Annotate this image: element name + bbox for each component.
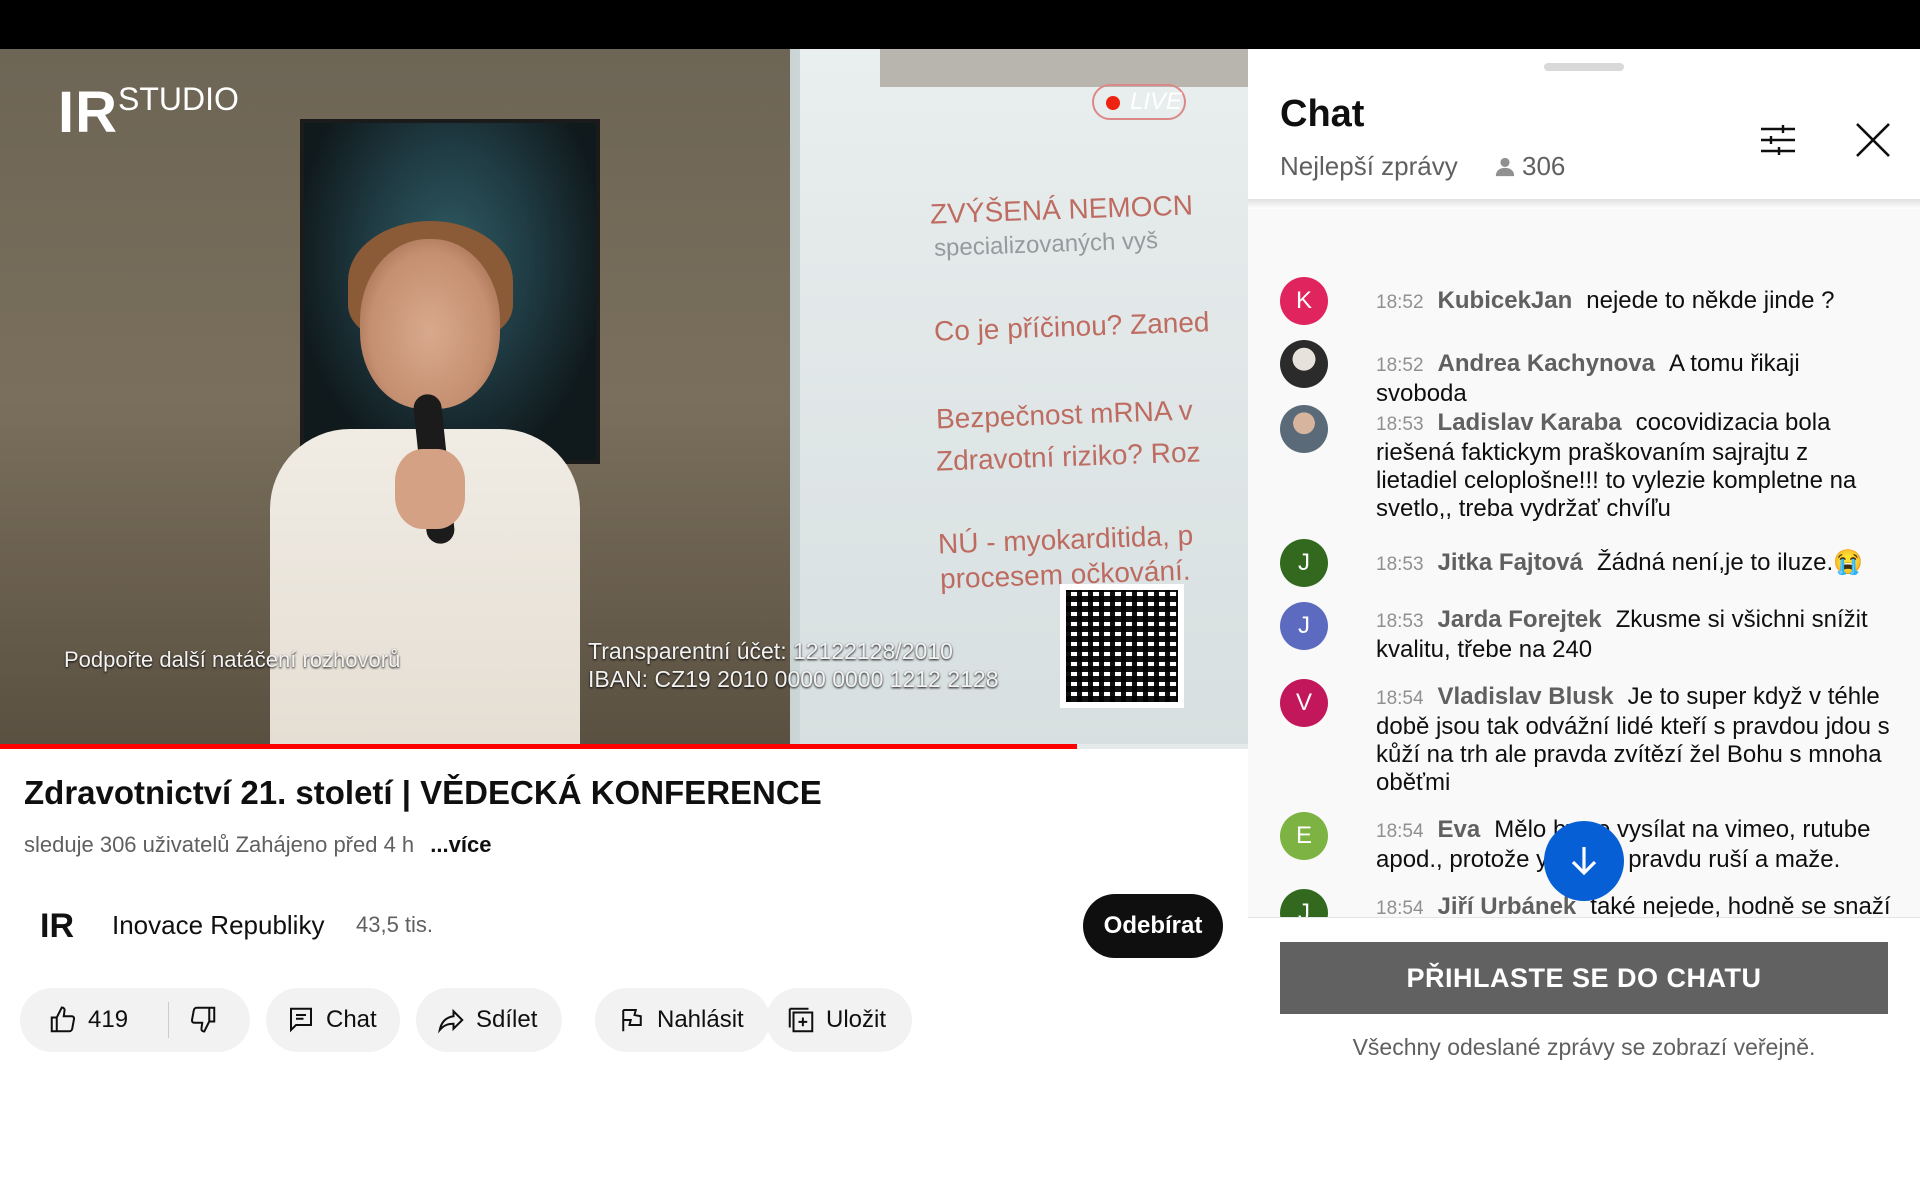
message-author[interactable]: KubicekJan bbox=[1438, 287, 1573, 314]
chat-icon bbox=[286, 1005, 316, 1035]
bank-caption: Transparentní účet: 12122128/2010 IBAN: … bbox=[588, 637, 999, 693]
report-button[interactable]: Nahlásit bbox=[595, 988, 770, 1052]
author-avatar[interactable]: K bbox=[1280, 277, 1328, 325]
message-text: nejede to někde jinde ? bbox=[1586, 287, 1835, 314]
message-body: 18:54 Vladislav Blusk Je to super když v t… bbox=[1376, 683, 1896, 797]
scroll-to-bottom-button[interactable] bbox=[1544, 821, 1624, 901]
video-meta-text: sleduje 306 uživatelů Zahájeno před 4 h bbox=[24, 832, 415, 857]
drag-handle[interactable] bbox=[1544, 63, 1624, 71]
video-title: Zdravotnictví 21. století | VĚDECKÁ KONF… bbox=[24, 774, 822, 811]
speaker-hand bbox=[395, 449, 465, 529]
qr-code bbox=[1060, 584, 1184, 708]
author-avatar[interactable]: E bbox=[1280, 812, 1328, 860]
message-text: Žádná není,je to iluze.😭 bbox=[1596, 549, 1863, 576]
author-avatar[interactable]: J bbox=[1280, 602, 1328, 650]
message-time: 18:54 bbox=[1376, 821, 1424, 842]
like-count[interactable]: 419 bbox=[88, 1006, 128, 1034]
message-body: 18:54EvaMělo by se vysílat na vimeo, rut… bbox=[1376, 816, 1896, 874]
chat-header-shadow bbox=[1248, 199, 1920, 209]
flag-icon bbox=[617, 1005, 647, 1035]
filter-icon[interactable] bbox=[1753, 115, 1803, 165]
live-dot-icon bbox=[1106, 96, 1120, 110]
viewer-count-value: 306 bbox=[1522, 151, 1566, 181]
author-avatar[interactable] bbox=[1280, 340, 1328, 388]
video-player[interactable]: ZVÝŠENÁ NEMOCN specializovaných vyš Co j… bbox=[0, 49, 1248, 749]
chat-title: Chat bbox=[1280, 93, 1365, 135]
save-button-label: Uložit bbox=[826, 1006, 887, 1033]
author-avatar[interactable]: J bbox=[1280, 539, 1328, 587]
studio-logo: IR bbox=[58, 80, 118, 145]
channel-name[interactable]: Inovace Republiky bbox=[112, 910, 324, 941]
studio-logo-text: STUDIO bbox=[118, 81, 239, 117]
message-author[interactable]: Ladislav Karaba bbox=[1438, 409, 1622, 436]
save-playlist-icon bbox=[786, 1005, 816, 1035]
author-avatar[interactable]: J bbox=[1280, 889, 1328, 917]
bank-account: Transparentní účet: 12122128/2010 bbox=[588, 638, 953, 664]
author-avatar[interactable] bbox=[1280, 405, 1328, 453]
chat-button-label: Chat bbox=[326, 1006, 377, 1033]
message-time: 18:52 bbox=[1376, 355, 1424, 376]
sign-in-to-chat-button[interactable]: PŘIHLASTE SE DO CHATU bbox=[1280, 942, 1888, 1014]
message-body: 18:52 Andrea Kachynova A tomu řikaji svobo… bbox=[1376, 350, 1896, 408]
report-button-label: Nahlásit bbox=[657, 1006, 744, 1033]
video-meta[interactable]: sleduje 306 uživatelů Zahájeno před 4 h … bbox=[24, 832, 491, 858]
message-time: 18:52 bbox=[1376, 292, 1424, 313]
message-author[interactable]: Jiří Urbánek bbox=[1438, 893, 1577, 917]
thumbs-down-icon[interactable] bbox=[188, 1004, 222, 1036]
message-time: 18:53 bbox=[1376, 414, 1424, 435]
message-time: 18:54 bbox=[1376, 688, 1424, 709]
chat-mode-selector[interactable]: Nejlepší zprávy bbox=[1280, 151, 1458, 182]
message-author[interactable]: Jitka Fajtová bbox=[1438, 549, 1583, 576]
message-body: 18:52 KubicekJan nejede to někde jinde ? bbox=[1376, 287, 1896, 317]
close-icon[interactable] bbox=[1848, 115, 1898, 165]
message-author[interactable]: Andrea Kachynova bbox=[1438, 350, 1655, 377]
support-caption: Podpořte další natáčení rozhovorů bbox=[64, 647, 401, 672]
live-chat-panel: Chat Nejlepší zprávy 306 K 18:52 KubicekJ… bbox=[1248, 49, 1920, 1200]
viewer-count: 306 bbox=[1494, 151, 1565, 182]
message-author[interactable]: Eva bbox=[1438, 816, 1481, 843]
thumbs-up-icon[interactable] bbox=[48, 1005, 78, 1035]
arrow-down-icon bbox=[1571, 847, 1597, 876]
message-time: 18:54 bbox=[1376, 898, 1424, 917]
subscribe-button[interactable]: Odebírat bbox=[1083, 894, 1223, 958]
share-button-label: Sdílet bbox=[476, 1006, 538, 1033]
person-icon bbox=[1495, 157, 1515, 176]
message-time: 18:53 bbox=[1376, 554, 1424, 575]
channel-avatar[interactable]: IR bbox=[24, 898, 88, 954]
chat-button[interactable]: Chat bbox=[266, 988, 400, 1052]
share-icon bbox=[436, 1005, 466, 1035]
like-dislike-pill: 419 bbox=[20, 988, 250, 1052]
share-button[interactable]: Sdílet bbox=[416, 988, 562, 1052]
message-body: 18:53 Ladislav Karaba cocovidizacia bola r… bbox=[1376, 409, 1896, 523]
video-progress-fill bbox=[0, 744, 1078, 749]
screen-header bbox=[880, 49, 1248, 87]
bank-iban: IBAN: CZ19 2010 0000 0000 1212 2128 bbox=[588, 666, 999, 692]
live-badge-label: LIVE bbox=[1130, 88, 1183, 115]
message-body: 18:53 Jitka Fajtová Žádná není,je to iluze… bbox=[1376, 549, 1896, 579]
message-body: 18:54 Jiří Urbánek také nejede, hodně se s… bbox=[1376, 893, 1896, 917]
status-bar bbox=[0, 0, 1920, 49]
video-progress-bar[interactable] bbox=[0, 744, 1248, 749]
public-messages-note: Všechny odeslané zprávy se zobrazí veřej… bbox=[1352, 1034, 1816, 1060]
subscriber-count: 43,5 tis. bbox=[356, 912, 434, 937]
chat-message-list[interactable]: K 18:52 KubicekJan nejede to někde jinde ?… bbox=[1248, 209, 1920, 917]
message-time: 18:53 bbox=[1376, 611, 1424, 632]
speaker-head bbox=[360, 239, 500, 409]
message-author[interactable]: Jarda Forejtek bbox=[1438, 606, 1602, 633]
message-body: 18:53 Jarda Forejtek Zkusme si všichni sní… bbox=[1376, 606, 1896, 664]
chat-footer-divider bbox=[1248, 917, 1920, 918]
more-link[interactable]: ...více bbox=[430, 832, 491, 857]
channel-row: IR Inovace Republiky 43,5 tis. Odebírat bbox=[24, 894, 1224, 958]
message-author[interactable]: Vladislav Blusk bbox=[1438, 683, 1614, 710]
save-button[interactable]: Uložit bbox=[766, 988, 912, 1052]
like-divider bbox=[168, 1002, 169, 1038]
author-avatar[interactable]: V bbox=[1280, 679, 1328, 727]
live-badge: LIVE bbox=[1092, 84, 1186, 120]
